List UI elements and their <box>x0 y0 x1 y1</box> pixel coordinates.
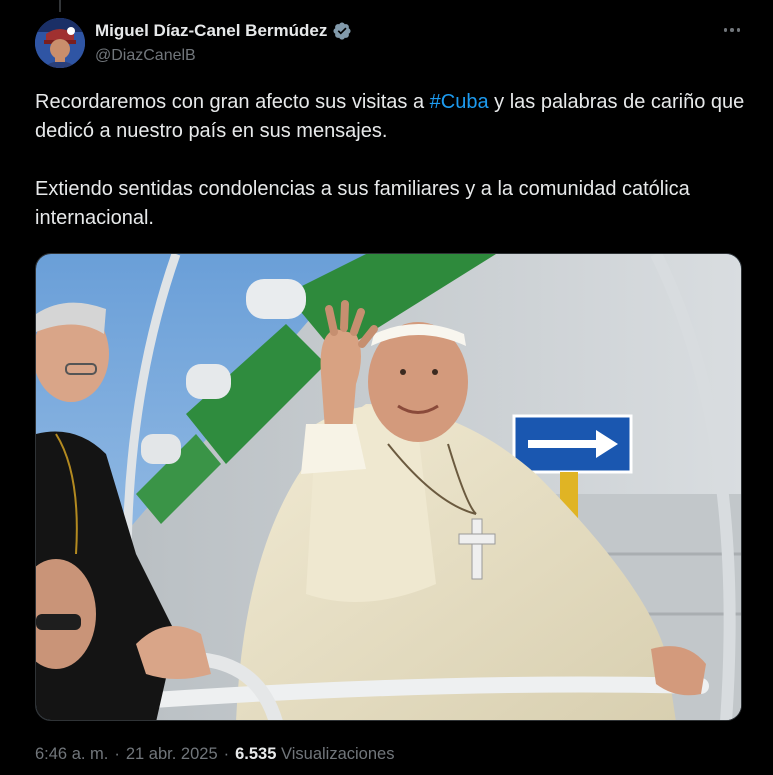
tweet-photo[interactable] <box>35 253 742 721</box>
views-label: Visualizaciones <box>281 745 395 763</box>
tweet-time[interactable]: 6:46 a. m. <box>35 745 108 764</box>
meta-separator: · <box>223 745 230 763</box>
tweet-header: Miguel Díaz-Canel Bermúdez @DiazCanelB <box>35 18 753 72</box>
tweet-meta: 6:46 a. m. · 21 abr. 2025 · 6.535 Visual… <box>35 745 394 764</box>
thread-line <box>59 0 61 12</box>
tweet-paragraph-2: Extiendo sentidas condolencias a sus fam… <box>35 178 690 229</box>
avatar[interactable] <box>35 18 85 68</box>
more-options-icon[interactable] <box>719 20 745 40</box>
verified-badge-icon <box>333 22 351 40</box>
hashtag-link[interactable]: #Cuba <box>430 91 489 113</box>
display-name[interactable]: Miguel Díaz-Canel Bermúdez <box>95 21 327 41</box>
author-handle[interactable]: @DiazCanelB <box>95 47 196 65</box>
meta-separator: · <box>114 745 120 763</box>
tweet-text: Recordaremos con gran afecto sus visitas… <box>35 88 745 262</box>
tweet-date[interactable]: 21 abr. 2025 <box>126 745 218 764</box>
views-count: 6.535 <box>235 745 277 763</box>
tweet-paragraph-1: Recordaremos con gran afecto sus visitas… <box>35 91 745 142</box>
